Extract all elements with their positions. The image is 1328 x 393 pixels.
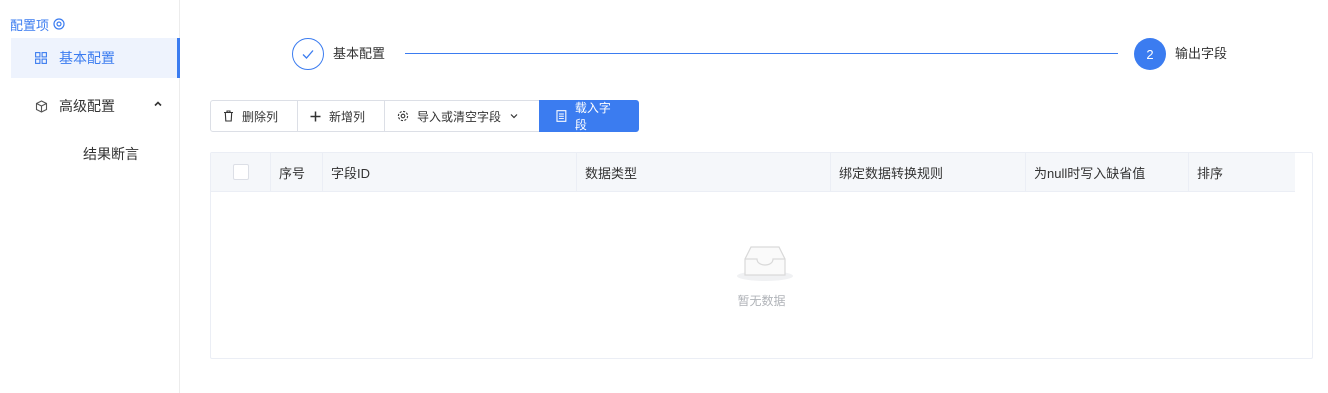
empty-inbox-icon <box>737 246 793 281</box>
step-2-label[interactable]: 输出字段 <box>1175 45 1227 63</box>
settings-icon[interactable] <box>53 18 65 30</box>
document-icon <box>556 110 567 122</box>
add-column-button[interactable]: 新增列 <box>297 100 385 132</box>
column-header-data-type: 数据类型 <box>577 153 831 191</box>
step-2-circle[interactable]: 2 <box>1134 38 1166 70</box>
grid-icon <box>34 51 48 65</box>
table-toolbar: 删除列 新增列 导入或清空字段 载入字段 <box>210 100 639 132</box>
sidebar-item-advanced-config[interactable]: 高级配置 <box>11 86 180 126</box>
check-icon <box>302 50 314 59</box>
load-fields-button[interactable]: 载入字段 <box>539 100 639 132</box>
column-header-null-default: 为null时写入缺省值 <box>1026 153 1189 191</box>
column-header-seq: 序号 <box>271 153 323 191</box>
step-1-circle[interactable] <box>292 38 324 70</box>
select-all-checkbox[interactable] <box>233 164 249 180</box>
sidebar: 配置项 基本配置 高级配置 结果断言 <box>0 0 180 393</box>
empty-state: 暂无数据 <box>211 193 1312 358</box>
gear-icon <box>397 110 409 122</box>
sidebar-item-label: 基本配置 <box>59 50 115 66</box>
table-header: 序号 字段ID 数据类型 绑定数据转换规则 为null时写入缺省值 排序 <box>211 153 1295 192</box>
sidebar-title-text: 配置项 <box>10 17 50 33</box>
step-1-label[interactable]: 基本配置 <box>333 45 385 63</box>
sidebar-item-basic-config[interactable]: 基本配置 <box>11 38 180 78</box>
chevron-up-icon[interactable] <box>153 99 163 109</box>
delete-column-button[interactable]: 删除列 <box>210 100 298 132</box>
column-header-conversion-rule: 绑定数据转换规则 <box>831 153 1026 191</box>
empty-text: 暂无数据 <box>737 294 786 308</box>
step-connector <box>405 53 1118 54</box>
cube-icon <box>34 99 48 113</box>
import-or-clear-dropdown[interactable]: 导入或清空字段 <box>384 100 540 132</box>
trash-icon <box>224 110 233 122</box>
sidebar-title: 配置项 <box>10 14 65 34</box>
select-all-cell <box>211 153 271 191</box>
fields-table: 序号 字段ID 数据类型 绑定数据转换规则 为null时写入缺省值 排序 暂无数… <box>210 152 1313 359</box>
column-header-field-id: 字段ID <box>323 153 577 191</box>
column-header-sort: 排序 <box>1197 165 1224 181</box>
plus-icon <box>310 111 321 121</box>
sidebar-subitem-result-assertion[interactable]: 结果断言 <box>83 144 139 164</box>
step-2-number: 2 <box>1146 46 1154 62</box>
chevron-down-icon <box>510 114 518 119</box>
sidebar-item-label: 高级配置 <box>59 98 115 114</box>
